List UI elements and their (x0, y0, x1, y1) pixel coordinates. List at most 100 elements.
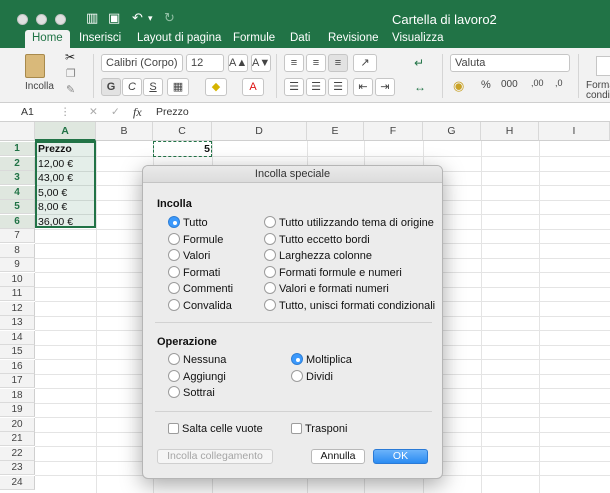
font-name-select[interactable]: Calibri (Corpo) (101, 54, 183, 72)
skip-blanks-checkbox[interactable]: Salta celle vuote (168, 422, 263, 436)
number-format-select[interactable]: Valuta (450, 54, 570, 72)
formula-input[interactable]: Prezzo (156, 106, 189, 118)
column-header-a[interactable]: A (35, 122, 96, 141)
row-header[interactable]: 15 (0, 345, 35, 359)
copy-icon[interactable]: ❐ (66, 67, 76, 80)
redo-icon[interactable]: ↻ (164, 10, 175, 26)
row-header[interactable]: 11 (0, 287, 35, 301)
row-header[interactable]: 1 (0, 142, 35, 156)
decrease-indent-button[interactable]: ⇤ (353, 78, 373, 96)
font-size-select[interactable]: 12 (186, 54, 224, 72)
paste-option-tema-origine[interactable]: Tutto utilizzando tema di origine (264, 216, 434, 230)
paste-option-eccetto-bordi[interactable]: Tutto eccetto bordi (264, 232, 370, 247)
transpose-checkbox[interactable]: Trasponi (291, 422, 347, 436)
save-icon[interactable]: ▣ (108, 10, 120, 26)
column-header-b[interactable]: B (96, 122, 153, 141)
operation-moltiplica[interactable]: Moltiplica (291, 353, 352, 367)
paste-option-formule[interactable]: Formule (168, 232, 223, 247)
close-window-button[interactable] (17, 14, 28, 25)
confirm-entry-icon[interactable]: ✓ (111, 106, 120, 118)
grow-font-button[interactable]: A▲ (228, 54, 248, 72)
align-top-button[interactable]: ≡ (284, 54, 304, 72)
operation-aggiungi[interactable]: Aggiungi (168, 369, 226, 384)
row-header[interactable]: 16 (0, 359, 35, 374)
align-right-button[interactable]: ☰ (328, 78, 348, 96)
underline-button[interactable]: S (143, 78, 163, 96)
row-header[interactable]: 10 (0, 272, 35, 287)
fill-color-button[interactable]: ◆ (205, 78, 227, 96)
paste-option-commenti[interactable]: Commenti (168, 282, 233, 296)
orientation-button[interactable]: ↗ (353, 54, 377, 72)
insert-function-icon[interactable]: fx (133, 105, 142, 120)
align-middle-button[interactable]: ≡ (306, 54, 326, 72)
paste-icon[interactable] (25, 54, 45, 78)
align-center-button[interactable]: ☰ (306, 78, 326, 96)
cell-a2[interactable]: 12,00 € (35, 157, 73, 171)
percent-icon[interactable]: % (481, 79, 491, 91)
column-header-h[interactable]: H (481, 122, 539, 141)
paste-option-formati[interactable]: Formati (168, 265, 220, 280)
row-header[interactable]: 5 (0, 200, 35, 214)
increase-decimal-icon[interactable]: ,00 (531, 78, 544, 88)
cut-icon[interactable]: ✂ (65, 50, 75, 64)
paste-option-convalida[interactable]: Convalida (168, 298, 232, 313)
cell-c1[interactable]: 5 (153, 142, 210, 156)
row-header[interactable]: 23 (0, 461, 35, 475)
undo-dropdown-icon[interactable]: ▾ (148, 13, 153, 24)
row-header[interactable]: 20 (0, 417, 35, 432)
paste-option-valori[interactable]: Valori (168, 249, 210, 263)
operation-sottrai[interactable]: Sottrai (168, 386, 215, 400)
row-header[interactable]: 13 (0, 316, 35, 330)
row-header[interactable]: 19 (0, 403, 35, 417)
row-header[interactable]: 17 (0, 374, 35, 388)
tab-home[interactable]: Home (25, 30, 70, 48)
wrap-text-icon[interactable]: ↵ (414, 56, 424, 70)
name-box-dropdown-icon[interactable]: ⋮ (60, 106, 71, 118)
column-header-f[interactable]: F (364, 122, 423, 141)
paste-option-tutto[interactable]: Tutto (168, 216, 208, 230)
sidebar-icon[interactable]: ▥ (86, 10, 98, 26)
decrease-decimal-icon[interactable]: ,0 (555, 78, 563, 88)
comma-style-icon[interactable]: 000 (501, 79, 518, 90)
row-header[interactable]: 7 (0, 229, 35, 243)
cell-a1[interactable]: Prezzo (35, 142, 72, 156)
conditional-format-icon[interactable] (596, 56, 610, 76)
name-box[interactable]: A1 (21, 106, 34, 118)
row-header[interactable]: 8 (0, 243, 35, 258)
accounting-icon[interactable]: ◉ (453, 78, 464, 94)
row-header[interactable]: 14 (0, 330, 35, 345)
minimize-window-button[interactable] (36, 14, 47, 25)
paste-option-valori-formati[interactable]: Valori e formati numeri (264, 282, 389, 296)
column-header-i[interactable]: I (539, 122, 610, 141)
tab-formule[interactable]: Formule (233, 30, 275, 48)
column-header-d[interactable]: D (212, 122, 307, 141)
paste-option-unisci-condizionali[interactable]: Tutto, unisci formati condizionali (264, 298, 435, 313)
align-bottom-button[interactable]: ≡ (328, 54, 348, 72)
ok-button[interactable]: OK (373, 449, 428, 464)
cell-a5[interactable]: 8,00 € (35, 200, 67, 214)
tab-revisione[interactable]: Revisione (328, 30, 379, 48)
row-header[interactable]: 2 (0, 156, 35, 171)
row-header[interactable]: 18 (0, 388, 35, 403)
column-header-c[interactable]: C (153, 122, 212, 141)
operation-nessuna[interactable]: Nessuna (168, 353, 226, 367)
row-header[interactable]: 21 (0, 432, 35, 446)
row-header[interactable]: 3 (0, 171, 35, 185)
paste-option-larghezza-colonne[interactable]: Larghezza colonne (264, 249, 372, 263)
borders-button[interactable]: ▦ (167, 78, 189, 96)
row-header[interactable]: 12 (0, 301, 35, 316)
select-all-corner[interactable] (0, 122, 35, 141)
merge-cells-icon[interactable]: ↔ (414, 80, 426, 94)
undo-icon[interactable]: ↶ (132, 10, 143, 26)
row-header[interactable]: 9 (0, 258, 35, 272)
shrink-font-button[interactable]: A▼ (251, 54, 271, 72)
tab-inserisci[interactable]: Inserisci (79, 30, 121, 48)
italic-button[interactable]: C (122, 78, 142, 96)
operation-dividi[interactable]: Dividi (291, 369, 333, 384)
cell-a3[interactable]: 43,00 € (35, 171, 73, 185)
row-header[interactable]: 22 (0, 446, 35, 461)
cancel-entry-icon[interactable]: ✕ (89, 106, 98, 118)
cell-a6[interactable]: 36,00 € (35, 215, 73, 229)
cancel-button[interactable]: Annulla (311, 449, 365, 464)
font-color-button[interactable]: A (242, 78, 264, 96)
